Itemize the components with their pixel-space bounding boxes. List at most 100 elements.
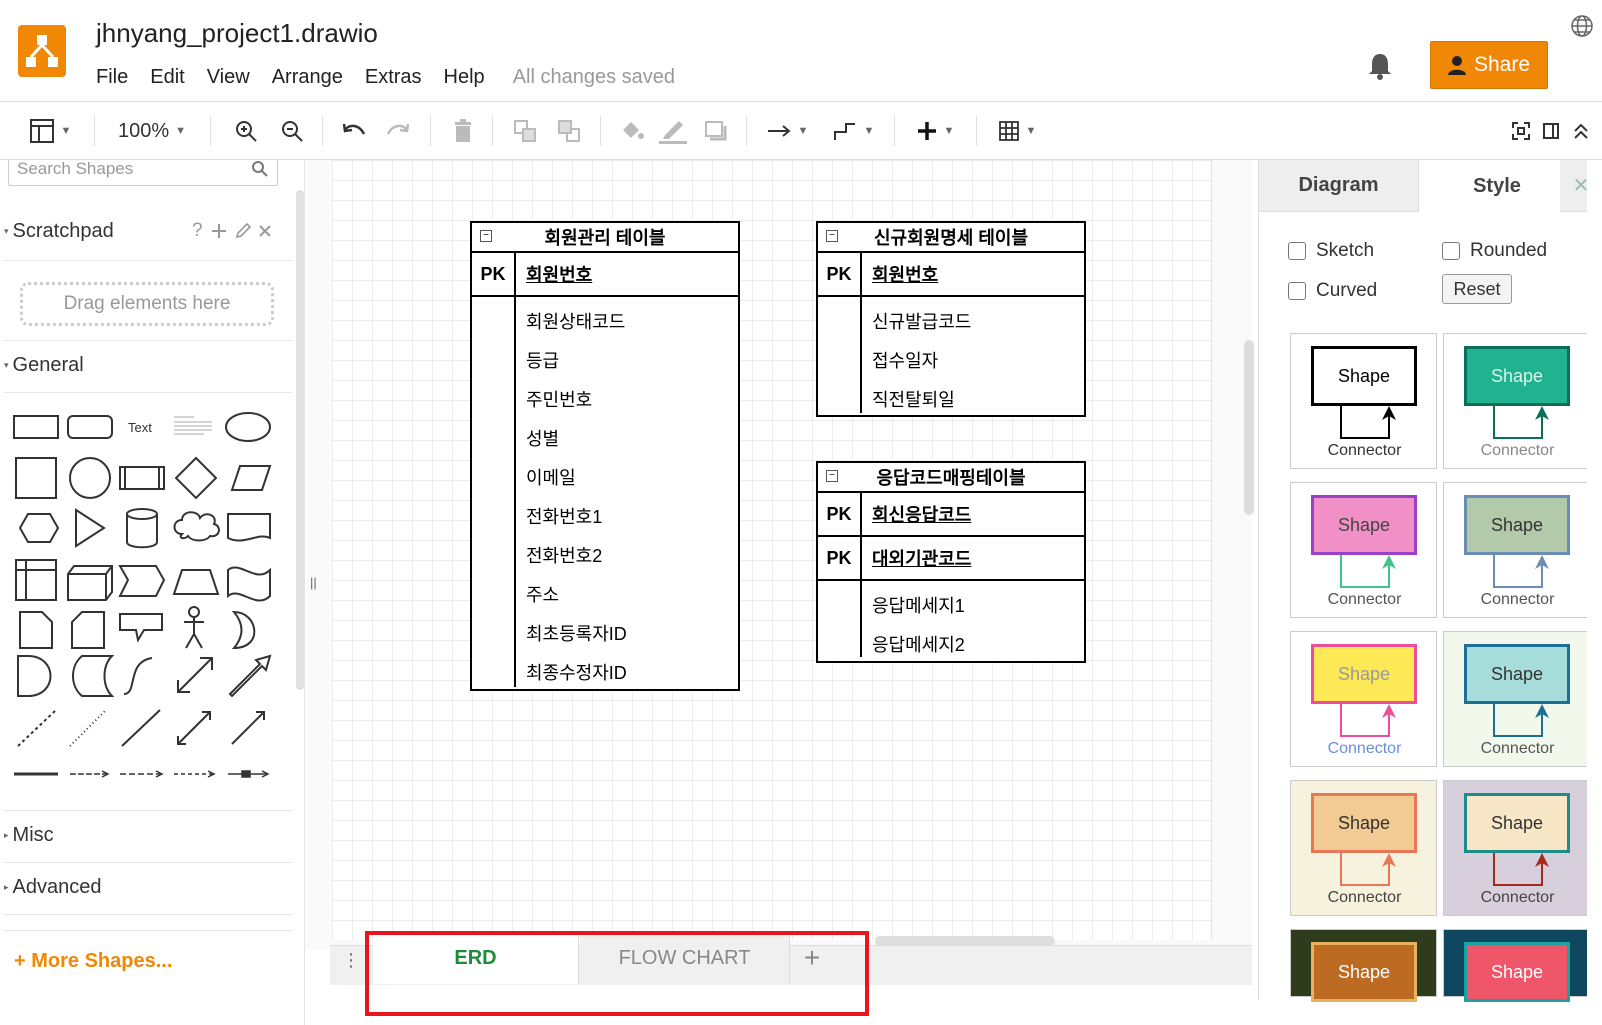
scratchpad-edit-icon[interactable]	[234, 222, 252, 240]
shape-dashed-connector[interactable]	[120, 770, 164, 778]
format-toggle-button[interactable]	[1538, 114, 1564, 148]
shape-step[interactable]	[118, 565, 166, 597]
style-preset-card[interactable]: Shape Connector	[1443, 333, 1590, 469]
menu-edit[interactable]: Edit	[150, 66, 184, 89]
redo-button[interactable]	[384, 114, 412, 148]
scratchpad-add-icon[interactable]	[211, 223, 227, 239]
style-preset-card[interactable]: Shape Connector	[1290, 333, 1437, 469]
checkbox-box[interactable]	[1288, 242, 1306, 260]
style-preset-card[interactable]: Shape Connector	[1290, 780, 1437, 916]
format-panel-button[interactable]: ▼	[24, 114, 76, 148]
checkbox-box[interactable]	[1288, 282, 1306, 300]
shape-dotted-connector[interactable]	[174, 770, 216, 778]
zoom-dropdown[interactable]: 100% ▼	[112, 114, 192, 148]
shape-curve[interactable]	[123, 657, 153, 695]
shape-bidirectional-connector[interactable]	[177, 711, 211, 745]
style-preset-card[interactable]: Shape Connector	[1443, 780, 1590, 916]
shape-diamond[interactable]	[174, 456, 218, 500]
shape-square[interactable]	[15, 457, 57, 499]
table-dropdown[interactable]: ▼	[992, 114, 1042, 148]
style-preset-card[interactable]: Shape Connector	[1290, 631, 1437, 767]
menu-arrange[interactable]: Arrange	[272, 66, 343, 89]
shape-dashed-line[interactable]	[17, 709, 57, 747]
shape-parallelogram[interactable]	[230, 465, 272, 491]
more-shapes-button[interactable]: + More Shapes...	[14, 950, 172, 973]
curved-checkbox[interactable]: Curved	[1288, 280, 1377, 302]
scratchpad-help-icon[interactable]: ?	[192, 220, 203, 242]
collapse-minus-icon[interactable]: −	[480, 230, 492, 242]
language-globe-icon[interactable]	[1570, 14, 1594, 38]
notification-bell-icon[interactable]	[1367, 52, 1393, 80]
fill-color-button[interactable]	[618, 114, 646, 148]
rounded-checkbox[interactable]: Rounded	[1442, 240, 1547, 262]
style-preset-card[interactable]: Shape	[1290, 929, 1437, 1002]
drawio-logo-icon[interactable]	[18, 25, 66, 77]
shape-cloud[interactable]	[173, 511, 220, 542]
shape-directional-connector[interactable]	[231, 711, 265, 745]
shape-ellipse[interactable]	[225, 412, 271, 442]
shape-arrow[interactable]	[228, 654, 272, 698]
general-section-header[interactable]: ▾ General	[4, 354, 84, 377]
collapse-minus-icon[interactable]: −	[826, 470, 838, 482]
erd-table-new-member[interactable]: − 신규회원명세 테이블 PK 회원번호 신규발급코드 접수일자 직전탈퇴일	[816, 221, 1086, 417]
shape-cube[interactable]	[67, 565, 113, 601]
shape-actor[interactable]	[184, 606, 204, 649]
misc-section-header[interactable]: ▸ Misc	[4, 824, 54, 847]
sketch-checkbox[interactable]: Sketch	[1288, 240, 1374, 262]
style-preset-card[interactable]: Shape	[1443, 929, 1590, 1002]
scratchpad-close-icon[interactable]	[258, 224, 272, 238]
shape-tape[interactable]	[227, 566, 271, 602]
shadow-button[interactable]	[702, 114, 730, 148]
canvas-vertical-scrollbar[interactable]	[1244, 340, 1254, 515]
checkbox-box[interactable]	[1442, 242, 1460, 260]
menu-view[interactable]: View	[207, 66, 250, 89]
page-tab-flow-chart[interactable]: FLOW CHART	[580, 932, 790, 984]
undo-button[interactable]	[340, 114, 368, 148]
shape-card[interactable]	[71, 611, 105, 649]
add-page-button[interactable]: +	[795, 932, 829, 984]
style-preset-card[interactable]: Shape Connector	[1443, 631, 1590, 767]
fullscreen-button[interactable]	[1508, 114, 1534, 148]
delete-button[interactable]	[450, 114, 476, 148]
shape-hexagon[interactable]	[18, 513, 60, 543]
page-tab-erd[interactable]: ERD	[373, 932, 579, 984]
shape-delay[interactable]	[17, 655, 52, 697]
shape-note[interactable]	[19, 611, 53, 649]
erd-table-response-code[interactable]: − 응답코드매핑테이블 PK 회신응답코드 PK 대외기관코드 응답메세지1 응…	[816, 461, 1086, 663]
shape-document[interactable]	[227, 513, 271, 542]
insert-dropdown[interactable]: ▼	[910, 114, 960, 148]
shape-textbox[interactable]	[174, 416, 212, 435]
advanced-section-header[interactable]: ▸ Advanced	[4, 876, 102, 899]
sidebar-resize-handle[interactable]: ||	[310, 575, 317, 590]
scratchpad-drop-zone[interactable]: Drag elements here	[20, 282, 274, 326]
style-preset-card[interactable]: Shape Connector	[1443, 482, 1590, 618]
shape-callout[interactable]	[119, 613, 163, 643]
shape-dotted-line[interactable]	[69, 709, 107, 747]
shape-process[interactable]	[119, 466, 165, 490]
line-color-button[interactable]	[656, 114, 690, 148]
shape-rectangle[interactable]	[13, 415, 59, 439]
to-front-button[interactable]	[512, 114, 538, 148]
shape-connector-with-label[interactable]	[228, 770, 270, 778]
shape-trapezoid[interactable]	[172, 569, 220, 595]
zoom-in-button[interactable]	[232, 114, 260, 148]
collapse-button[interactable]	[1568, 114, 1594, 148]
to-back-button[interactable]	[556, 114, 582, 148]
menu-extras[interactable]: Extras	[365, 66, 422, 89]
share-button[interactable]: Share	[1430, 41, 1548, 89]
shape-circle[interactable]	[69, 457, 111, 499]
menu-file[interactable]: File	[96, 66, 128, 89]
waypoints-dropdown[interactable]: ▼	[828, 114, 878, 148]
sidebar-scrollbar[interactable]	[296, 190, 304, 690]
document-title[interactable]: jhnyang_project1.drawio	[96, 18, 378, 49]
erd-table-member[interactable]: − 회원관리 테이블 PK 회원번호 회원상태코드 등급 주민번호 성별 이메일…	[470, 221, 740, 691]
tab-diagram[interactable]: Diagram	[1259, 160, 1419, 212]
shape-triangle[interactable]	[75, 508, 106, 548]
shape-arrow-connector[interactable]	[70, 770, 110, 778]
tab-style[interactable]: Style	[1420, 160, 1574, 212]
connection-style-dropdown[interactable]: ▼	[762, 114, 812, 148]
shape-rounded-rectangle[interactable]	[67, 415, 113, 439]
shape-line[interactable]	[121, 709, 161, 747]
style-preset-card[interactable]: Shape Connector	[1290, 482, 1437, 618]
zoom-out-button[interactable]	[278, 114, 306, 148]
